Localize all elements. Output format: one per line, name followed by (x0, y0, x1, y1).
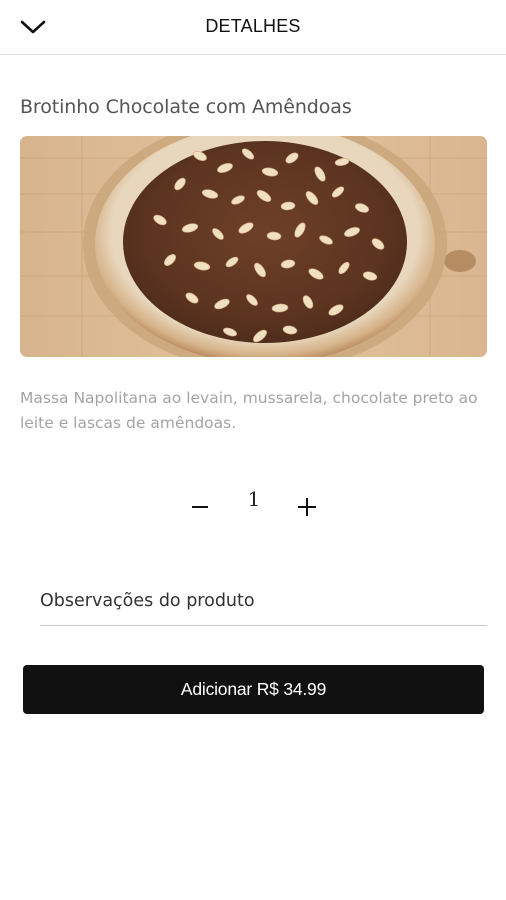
product-image (20, 136, 487, 357)
add-to-cart-label: Adicionar R$ 34.99 (180, 679, 327, 699)
add-to-cart-button[interactable]: Adicionar R$ 34.99 (23, 665, 484, 714)
product-notes-input[interactable] (40, 577, 487, 626)
quantity-value: 1 (247, 487, 261, 511)
product-description: Massa Napolitana ao levain, mussarela, c… (20, 389, 478, 432)
top-app-bar: DETALHES (0, 0, 506, 55)
minus-icon (192, 506, 208, 508)
page-title: DETALHES (205, 16, 301, 36)
plus-icon (298, 498, 316, 516)
increase-quantity-button[interactable] (292, 492, 322, 522)
decrease-quantity-button[interactable] (186, 490, 216, 520)
product-name: Brotinho Chocolate com Amêndoas (20, 96, 352, 118)
